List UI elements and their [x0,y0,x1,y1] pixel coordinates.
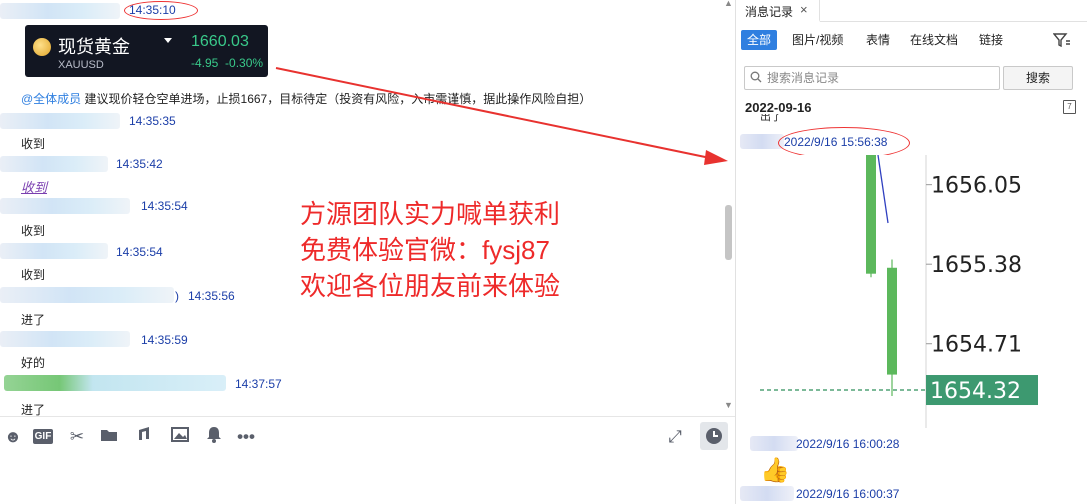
chat-toolbar: ☻ GIF ✂ ••• ⤢ [0,416,735,456]
y-tick-label: 1656.05 [931,174,1022,199]
last-price-label: 1654.32 [930,379,1021,404]
music-icon[interactable] [134,426,156,448]
image-icon[interactable] [169,426,191,448]
cut-text: 出了 [760,114,782,122]
filter-media[interactable]: 图片/视频 [786,30,849,50]
history-time: 2022/9/16 16:00:37 [796,487,900,501]
tab-history[interactable]: 消息记录 × [736,0,820,22]
tab-underline [820,21,1087,22]
history-panel: 消息记录 × 全部 图片/视频 表情 在线文档 链接 搜索 2022-09-16… [736,0,1087,504]
filter-docs[interactable]: 在线文档 [904,30,964,50]
close-icon[interactable]: × [800,2,808,17]
message-input[interactable] [0,456,735,504]
tab-label: 消息记录 [745,5,794,19]
filter-links[interactable]: 链接 [973,30,1009,50]
filter-all[interactable]: 全部 [741,30,778,50]
more-icon[interactable]: ••• [234,426,258,448]
history-time: 2022/9/16 16:00:28 [796,437,900,451]
folder-icon[interactable] [98,426,120,448]
history-date: 2022-09-16 [745,100,812,115]
y-tick-label: 1654.71 [931,333,1022,358]
search-input[interactable] [744,66,1000,90]
filter-emoji[interactable]: 表情 [860,30,896,50]
history-button[interactable] [700,422,728,450]
calendar-icon[interactable]: 7 [1063,100,1076,114]
gif-icon[interactable]: GIF [33,429,53,444]
history-icon [706,428,722,444]
filter-funnel-icon[interactable] [1052,33,1071,50]
emoji-icon[interactable]: ☻ [2,426,24,448]
sender-name [750,436,798,451]
sender-name [740,486,794,501]
candle-body [866,155,876,274]
candle-body [887,267,897,375]
bell-icon[interactable] [203,426,225,448]
scissors-icon[interactable]: ✂ [66,426,88,448]
price-chart[interactable]: 1656.05 1655.38 1654.71 1654.32 [760,155,1043,428]
search-button[interactable]: 搜索 [1003,66,1073,90]
thumbs-up-icon: 👍 [760,457,790,484]
expand-icon[interactable]: ⤢ [664,426,686,448]
search-icon [750,71,762,83]
y-tick-label: 1655.38 [931,253,1022,278]
